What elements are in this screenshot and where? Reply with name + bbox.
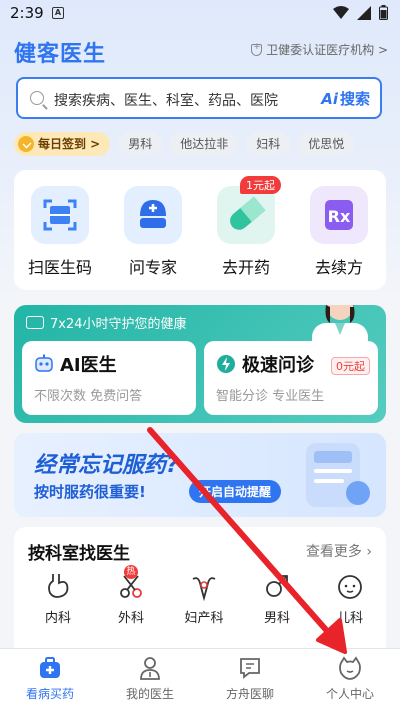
price-tag: 0元起 xyxy=(331,357,370,375)
scan-doctor-code-button[interactable]: 扫医生码 xyxy=(20,186,100,278)
robot-icon xyxy=(35,354,53,372)
dept-andrology[interactable]: 男科 xyxy=(247,571,307,626)
quick-action-label: 问专家 xyxy=(128,258,177,277)
doctor-icon xyxy=(137,655,163,681)
quick-actions-card: 扫医生码 问专家 1元起 去开药 Rx 去续方 xyxy=(14,170,386,290)
quick-consult-desc: 智能分诊 专业医生 xyxy=(216,389,325,404)
baby-icon xyxy=(335,571,365,601)
app-header: 健客医生 卫健委认证医疗机构 > xyxy=(0,30,400,70)
pill-icon: 1元起 xyxy=(217,176,281,244)
dept-obgyn[interactable]: 妇产科 xyxy=(174,571,234,626)
tab-label: 方舟医聊 xyxy=(225,687,274,701)
dept-label: 妇产科 xyxy=(184,611,224,626)
dept-pediatrics[interactable]: 儿科 xyxy=(320,571,380,626)
ai-headline-text: 7x24小时守护您的健康 xyxy=(50,317,187,332)
quick-action-label: 扫医生码 xyxy=(27,258,92,277)
departments-card: 按科室找医生 查看更多 › 内科 热 外科 妇产科 男科 儿科 xyxy=(14,527,386,657)
dept-internal-medicine[interactable]: 内科 xyxy=(28,571,88,626)
search-placeholder: 搜索疾病、医生、科室、药品、医院 xyxy=(54,93,278,109)
signin-label: 每日签到 > xyxy=(38,137,101,151)
ai-doctor-card: 7x24小时守护您的健康 AI医生 不限次数 免费问答 极速问诊 0元起 智能分… xyxy=(14,305,386,423)
get-medicine-button[interactable]: 1元起 去开药 xyxy=(206,176,286,278)
status-bar: 2:39 A xyxy=(0,0,400,28)
ai-doctor-title-text: AI医生 xyxy=(60,355,117,376)
ai-doctor-title: AI医生 xyxy=(34,351,117,377)
scissors-icon: 热 xyxy=(116,565,146,601)
lightning-icon xyxy=(217,355,235,373)
dept-label: 外科 xyxy=(117,611,144,626)
banner-headline: 经常忘记服药? xyxy=(34,453,179,478)
notification-icon: A xyxy=(52,7,64,19)
uterus-icon xyxy=(189,571,219,602)
tab-label: 个人中心 xyxy=(325,687,374,701)
enable-reminder-button[interactable]: 开启自动提醒 xyxy=(189,480,282,503)
shield-icon xyxy=(251,42,263,56)
nurse-cap-icon xyxy=(124,186,182,244)
signal-icon xyxy=(357,5,371,20)
bottom-tab-bar: 看病买药 我的医生 方舟医聊 个人中心 xyxy=(0,648,400,710)
tag-item[interactable]: 男科 xyxy=(118,132,163,156)
banner-subline: 按时服药很重要! xyxy=(34,483,146,501)
tab-my-doctor[interactable]: 我的医生 xyxy=(100,655,200,702)
hot-badge: 热 xyxy=(124,565,138,579)
tab-see-doctor-buy-medicine[interactable]: 看病买药 xyxy=(0,655,100,702)
tab-ark-chat[interactable]: 方舟医聊 xyxy=(200,655,300,702)
battery-icon xyxy=(379,5,388,20)
profile-icon xyxy=(337,655,363,681)
ai-search-label: 搜索 xyxy=(339,90,370,108)
status-time: 2:39 xyxy=(10,4,44,22)
dept-label: 男科 xyxy=(263,611,290,626)
certification-label: 卫健委认证医疗机构 > xyxy=(266,43,388,57)
search-bar[interactable]: 搜索疾病、医生、科室、药品、医院 Ai 搜索 xyxy=(16,77,382,119)
tab-label: 我的医生 xyxy=(125,687,174,701)
quick-consult-button[interactable]: 极速问诊 0元起 智能分诊 专业医生 xyxy=(204,341,378,415)
medical-bag-icon xyxy=(37,655,63,681)
svg-text:Rx: Rx xyxy=(328,207,351,226)
quick-consult-title: 极速问诊 xyxy=(216,351,314,377)
certification-link[interactable]: 卫健委认证医疗机构 > xyxy=(251,41,388,58)
ai-card-headline: 7x24小时守护您的健康 xyxy=(26,313,187,332)
search-icon xyxy=(30,91,44,105)
tab-label: 看病买药 xyxy=(25,687,74,701)
dept-label: 儿科 xyxy=(336,611,363,626)
hot-tags: 每日签到 > 男科 他达拉非 妇科 优思悦 xyxy=(14,132,355,156)
ai-logo-icon: Ai xyxy=(321,89,338,108)
medication-reminder-banner[interactable]: 经常忘记服药? 按时服药很重要! 开启自动提醒 xyxy=(14,433,386,517)
price-badge: 1元起 xyxy=(240,176,281,194)
ask-expert-button[interactable]: 问专家 xyxy=(113,186,193,278)
daily-signin-button[interactable]: 每日签到 > xyxy=(14,132,111,156)
checkin-coin-icon xyxy=(18,136,34,152)
chat-icon xyxy=(237,655,263,681)
tab-profile[interactable]: 个人中心 xyxy=(300,655,400,702)
ai-doctor-desc: 不限次数 免费问答 xyxy=(34,389,143,404)
quick-action-label: 去续方 xyxy=(314,258,363,277)
app-title: 健客医生 xyxy=(14,42,107,67)
id-card-icon xyxy=(26,316,44,329)
tag-item[interactable]: 他达拉非 xyxy=(170,132,239,156)
dept-surgery[interactable]: 热 外科 xyxy=(101,565,161,626)
renew-prescription-button[interactable]: Rx 去续方 xyxy=(299,186,379,278)
tag-item[interactable]: 优思悦 xyxy=(298,132,355,156)
quick-consult-title-text: 极速问诊 xyxy=(242,355,314,376)
rx-icon: Rx xyxy=(310,186,368,244)
tag-item[interactable]: 妇科 xyxy=(246,132,291,156)
male-icon xyxy=(262,571,292,601)
ai-search-button[interactable]: Ai 搜索 xyxy=(321,88,370,109)
ai-doctor-button[interactable]: AI医生 不限次数 免费问答 xyxy=(22,341,196,415)
wifi-icon xyxy=(333,5,349,19)
scan-code-icon xyxy=(31,186,89,244)
see-more-link[interactable]: 查看更多 › xyxy=(306,541,372,561)
stomach-icon xyxy=(43,571,73,601)
medicine-bottle-illustration xyxy=(306,443,370,507)
status-icons xyxy=(333,5,388,20)
dept-label: 内科 xyxy=(44,611,71,626)
departments-title: 按科室找医生 xyxy=(28,544,130,564)
quick-action-label: 去开药 xyxy=(221,258,270,277)
